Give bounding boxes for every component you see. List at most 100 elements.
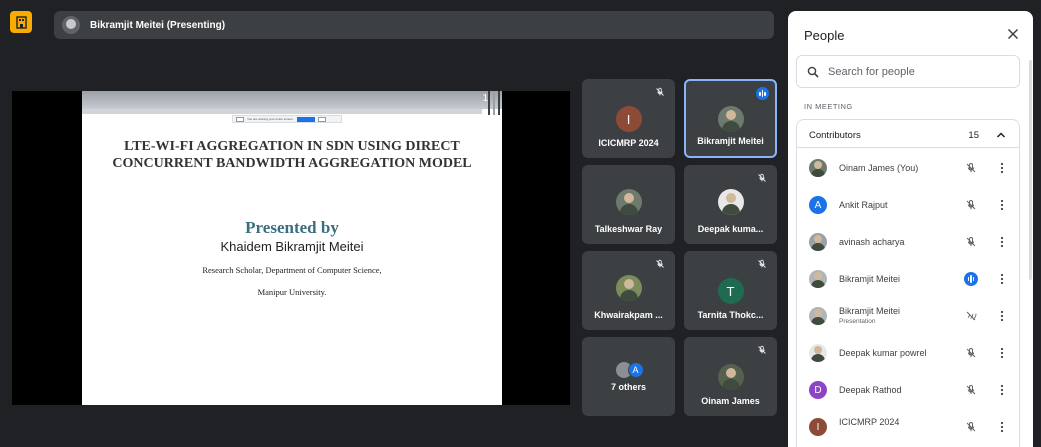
others-tile[interactable]: A 7 others — [582, 337, 675, 416]
panel-scrollbar[interactable] — [1029, 60, 1032, 280]
more-vert-icon[interactable] — [1000, 236, 1004, 248]
mic-off-icon — [758, 173, 766, 182]
participant-name: avinash acharya — [839, 237, 905, 247]
mic-off-icon — [966, 421, 976, 432]
participant-avatar: D — [809, 381, 827, 399]
speaking-indicator-icon — [756, 87, 769, 100]
participant-avatar — [717, 364, 744, 390]
participant-avatar: T — [717, 278, 744, 304]
chevron-up-icon[interactable] — [996, 130, 1006, 140]
participant-row[interactable]: avinash acharya — [797, 224, 1019, 261]
participant-row[interactable]: D Deepak Rathod — [797, 372, 1019, 409]
more-vert-icon[interactable] — [1000, 310, 1004, 322]
mic-off-icon — [656, 259, 664, 268]
participant-avatar: I — [615, 106, 642, 132]
participant-tile[interactable]: Deepak kuma... — [684, 165, 777, 244]
people-panel: People IN MEETING Contributors 15 Oinam … — [788, 11, 1033, 447]
mic-off-icon — [966, 384, 976, 395]
participant-name: Khwairakpam ... — [594, 310, 663, 320]
building-icon — [15, 15, 27, 29]
participant-name: Oinam James (You) — [839, 163, 919, 173]
speaking-indicator-icon — [964, 272, 978, 286]
slide-author: Khaidem Bikramjit Meitei — [220, 239, 364, 254]
mic-off-icon — [966, 347, 976, 358]
participant-avatar: A — [627, 362, 644, 378]
contributors-count: 15 — [968, 130, 979, 141]
participant-name: Bikramjit Meitei — [839, 274, 901, 284]
slide-title-line-1: LTE-WI-FI AGGREGATION IN SDN USING DIREC… — [124, 139, 460, 154]
others-avatar-stack: A — [615, 362, 646, 378]
more-vert-icon[interactable] — [1000, 384, 1004, 396]
search-input[interactable] — [828, 65, 998, 78]
more-vert-icon[interactable] — [1000, 421, 1004, 433]
slide-role: Research Scholar, Department of Computer… — [202, 265, 382, 275]
presentation-slide: 1 You are sharing your entire screen. LT… — [82, 91, 502, 405]
participant-name: Deepak Rathod — [839, 385, 902, 395]
slide-header-band — [82, 91, 502, 109]
participant-subtitle: Presentation — [839, 318, 876, 325]
share-notice-text: You are sharing your entire screen. — [247, 117, 294, 121]
participant-tile[interactable]: Talkeshwar Ray — [582, 165, 675, 244]
participant-avatar — [717, 106, 744, 132]
mic-off-icon — [656, 87, 664, 96]
participant-row[interactable]: Oinam James (You) — [797, 150, 1019, 187]
participant-name: Talkeshwar Ray — [594, 224, 663, 234]
mic-off-icon — [758, 259, 766, 268]
participant-name: Deepak kuma... — [697, 224, 764, 234]
participant-name: Ankit Rajput — [839, 200, 888, 210]
participant-tile-active-speaker[interactable]: Bikramjit Meitei — [684, 79, 777, 158]
participant-row[interactable]: Deepak kumar powrel — [797, 335, 1019, 372]
participant-avatar — [809, 344, 827, 362]
participant-avatar — [809, 233, 827, 251]
participant-row[interactable]: Bikramjit Meitei — [797, 261, 1019, 298]
more-vert-icon[interactable] — [1000, 162, 1004, 174]
more-vert-icon[interactable] — [1000, 347, 1004, 359]
more-vert-icon[interactable] — [1000, 273, 1004, 285]
slide-title-line-2: CONCURRENT BANDWIDTH AGGREGATION MODEL — [112, 156, 472, 171]
participant-name: Bikramjit Meitei — [839, 306, 901, 316]
shared-screen: 1 You are sharing your entire screen. LT… — [12, 91, 570, 405]
contributors-header[interactable]: Contributors 15 — [797, 120, 1019, 148]
participant-name: Oinam James — [701, 396, 760, 406]
mic-off-icon — [966, 199, 976, 210]
participant-avatar — [809, 270, 827, 288]
participant-avatar: I — [809, 418, 827, 436]
hide-notice-button[interactable] — [317, 116, 326, 122]
section-label: IN MEETING — [804, 102, 853, 111]
slide-header-stripe — [82, 109, 482, 114]
panel-title: People — [804, 28, 845, 43]
others-label: 7 others — [610, 382, 646, 392]
participant-name: ICICMRP 2024 — [839, 417, 900, 427]
mic-off-icon — [966, 236, 976, 247]
presentation-audio-off-icon — [966, 311, 977, 321]
search-icon — [807, 66, 819, 78]
presenter-name: Bikramjit Meitei (Presenting) — [90, 19, 226, 31]
presenter-avatar — [62, 16, 80, 34]
more-vert-icon[interactable] — [1000, 199, 1004, 211]
screen-share-notice: You are sharing your entire screen. — [232, 115, 342, 123]
participant-tile[interactable]: T Tarnita Thokc... — [684, 251, 777, 330]
participant-avatar — [717, 189, 744, 215]
slide-presented-by: Presented by — [245, 218, 339, 237]
meeting-stage: Bikramjit Meitei (Presenting) 1 You are … — [0, 0, 1041, 447]
contributors-group: Contributors 15 Oinam James (You) A Anki… — [796, 119, 1020, 447]
close-icon[interactable] — [1005, 26, 1021, 42]
participant-avatar — [809, 159, 827, 177]
participant-tile[interactable]: I ICICMRP 2024 — [582, 79, 675, 158]
meeting-details-button[interactable] — [10, 11, 32, 33]
search-box[interactable] — [796, 55, 1020, 88]
share-notice-icon — [236, 116, 244, 122]
slide-university: Manipur University. — [257, 287, 327, 297]
stop-sharing-button[interactable] — [296, 116, 315, 122]
presenter-bar[interactable]: Bikramjit Meitei (Presenting) — [54, 11, 774, 39]
slide-corner-bars — [484, 91, 502, 115]
participant-name: Deepak kumar powrel — [839, 348, 927, 358]
participant-name: Tarnita Thokc... — [697, 310, 764, 320]
participant-tile-self[interactable]: Oinam James — [684, 337, 777, 416]
participant-row[interactable]: I ICICMRP 2024 — [797, 409, 1019, 446]
participant-row-presentation[interactable]: Bikramjit Meitei Presentation — [797, 298, 1019, 335]
participant-avatar: A — [809, 196, 827, 214]
participant-row[interactable]: A Ankit Rajput — [797, 187, 1019, 224]
slide-title: LTE-WI-FI AGGREGATION IN SDN USING DIREC… — [82, 138, 502, 172]
participant-tile[interactable]: Khwairakpam ... — [582, 251, 675, 330]
